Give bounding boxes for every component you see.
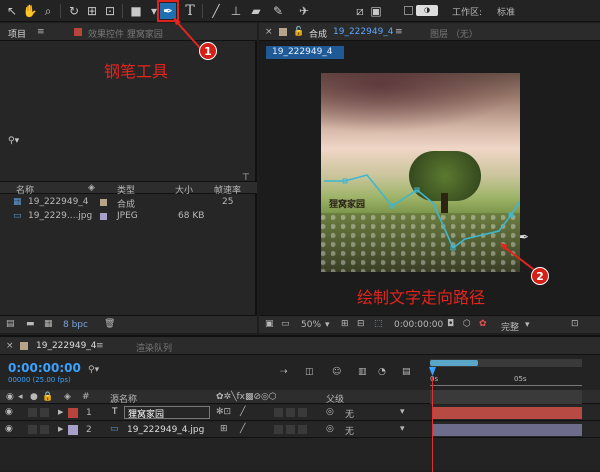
arrow-1-head <box>173 17 181 25</box>
arrow-2 <box>502 245 538 273</box>
path-annotation: 绘制文字走向路径 <box>357 288 486 307</box>
arrow-1 <box>174 19 201 49</box>
annotation-arrows <box>173 17 538 273</box>
step-badge-1: 1 <box>199 42 217 60</box>
step-badge-2: 2 <box>531 267 549 285</box>
pen-tool-annotation: 钢笔工具 <box>104 62 169 81</box>
